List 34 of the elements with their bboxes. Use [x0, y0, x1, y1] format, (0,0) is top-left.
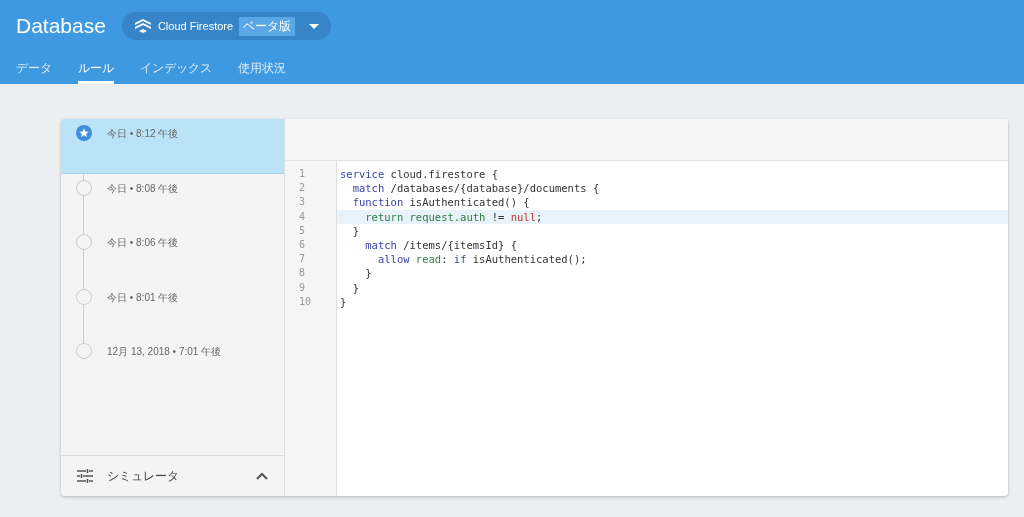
history-item[interactable]: 12月 13, 2018 • 7:01 午後: [61, 337, 284, 392]
history-item[interactable]: 今日 • 8:12 午後: [61, 119, 284, 174]
line-number: 8: [298, 266, 307, 281]
tab[interactable]: ルール: [78, 52, 114, 84]
history-item[interactable]: 今日 • 8:01 午後: [61, 282, 284, 337]
code-line: }: [351, 223, 360, 238]
code-line: }: [351, 280, 360, 295]
caret-icon: [309, 23, 320, 29]
line-number: 2: [298, 181, 307, 196]
beta-badge: ベータ版: [239, 16, 296, 36]
product-selector[interactable]: Cloud Firestore ベータ版: [121, 12, 332, 40]
sliders-icon: [77, 469, 93, 483]
code-line: allow read: if isAuthenticated();: [376, 252, 588, 267]
code-line: }: [364, 266, 373, 281]
line-number: 7: [298, 252, 307, 267]
current-version-icon: [76, 125, 92, 141]
line-number: 9: [298, 280, 307, 295]
history-item[interactable]: 今日 • 8:08 午後: [61, 173, 284, 228]
line-number: 4: [298, 209, 307, 224]
code-line: function isAuthenticated() {: [351, 195, 531, 210]
line-number: 6: [298, 237, 307, 252]
code-line: }: [339, 294, 348, 309]
history-item[interactable]: 今日 • 8:06 午後: [61, 228, 284, 283]
line-number: 1: [298, 167, 307, 181]
simulator-bar[interactable]: シミュレータ: [61, 455, 284, 496]
code-line: match /databases/{database}/documents {: [351, 181, 601, 196]
line-number: 5: [298, 223, 307, 238]
line-number: 3: [298, 195, 307, 210]
page-title: Database: [16, 14, 106, 38]
line-number: 10: [298, 294, 313, 309]
code-line: service cloud.firestore {: [339, 167, 500, 182]
simulator-label: シミュレータ: [107, 467, 180, 485]
code-editor[interactable]: service cloud.firestore { match /databases/{database}/documents { function isAuthenticated() { return request.auth != null; } match /items/{itemsId} { allow read: if isAuthenticated(); } } }: [337, 161, 1008, 496]
code-line: match /items/{itemsId} {: [364, 237, 518, 253]
